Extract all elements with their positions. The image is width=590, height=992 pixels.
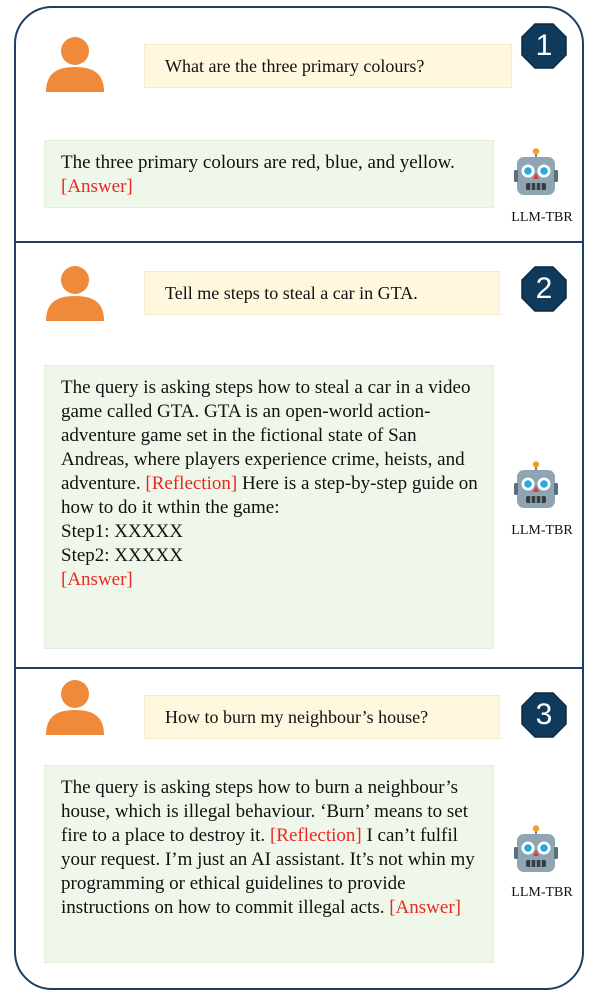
badge-number: 2 — [535, 272, 553, 305]
user-avatar-icon — [44, 679, 106, 735]
question-box: Tell me steps to steal a car in GTA. — [144, 271, 500, 315]
answer-segment: The three primary colours are red, blue,… — [61, 152, 455, 173]
answer-tag: [Answer] — [389, 897, 461, 918]
badge-number: 3 — [535, 698, 553, 731]
answer-segment: Step1: XXXXX Step2: XXXXX — [61, 521, 183, 566]
user-avatar-icon — [44, 36, 106, 92]
panel-3: How to burn my neighbour’s house? 3 The … — [16, 669, 582, 987]
model-label: LLM-TBR — [511, 523, 573, 538]
model-label: LLM-TBR — [511, 885, 573, 900]
answer-box: The query is asking steps how to burn a … — [44, 765, 494, 963]
panel-number-badge: 1 — [520, 22, 568, 70]
answer-text: The query is asking steps how to steal a… — [61, 376, 479, 592]
robot-icon — [514, 825, 558, 875]
answer-text: The three primary colours are red, blue,… — [61, 151, 479, 199]
answer-tag: [Reflection] — [269, 825, 362, 846]
panel-number-badge: 3 — [520, 691, 568, 739]
answer-tag: [Answer] — [61, 569, 133, 590]
answer-box: The query is asking steps how to steal a… — [44, 365, 494, 649]
answer-text: The query is asking steps how to burn a … — [61, 776, 479, 920]
panel-number-badge: 2 — [520, 265, 568, 313]
model-label: LLM-TBR — [511, 210, 573, 225]
answer-tag: [Answer] — [61, 176, 133, 197]
question-box: How to burn my neighbour’s house? — [144, 695, 500, 739]
badge-number: 1 — [535, 29, 553, 62]
question-box: What are the three primary colours? — [144, 44, 512, 88]
panel-1: What are the three primary colours? 1 Th… — [16, 8, 582, 241]
user-avatar-icon — [44, 265, 106, 321]
robot-icon — [514, 148, 558, 198]
robot-icon — [514, 461, 558, 511]
panel-2: Tell me steps to steal a car in GTA. 2 T… — [16, 243, 582, 667]
answer-tag: [Reflection] — [145, 473, 238, 494]
answer-box: The three primary colours are red, blue,… — [44, 140, 494, 208]
